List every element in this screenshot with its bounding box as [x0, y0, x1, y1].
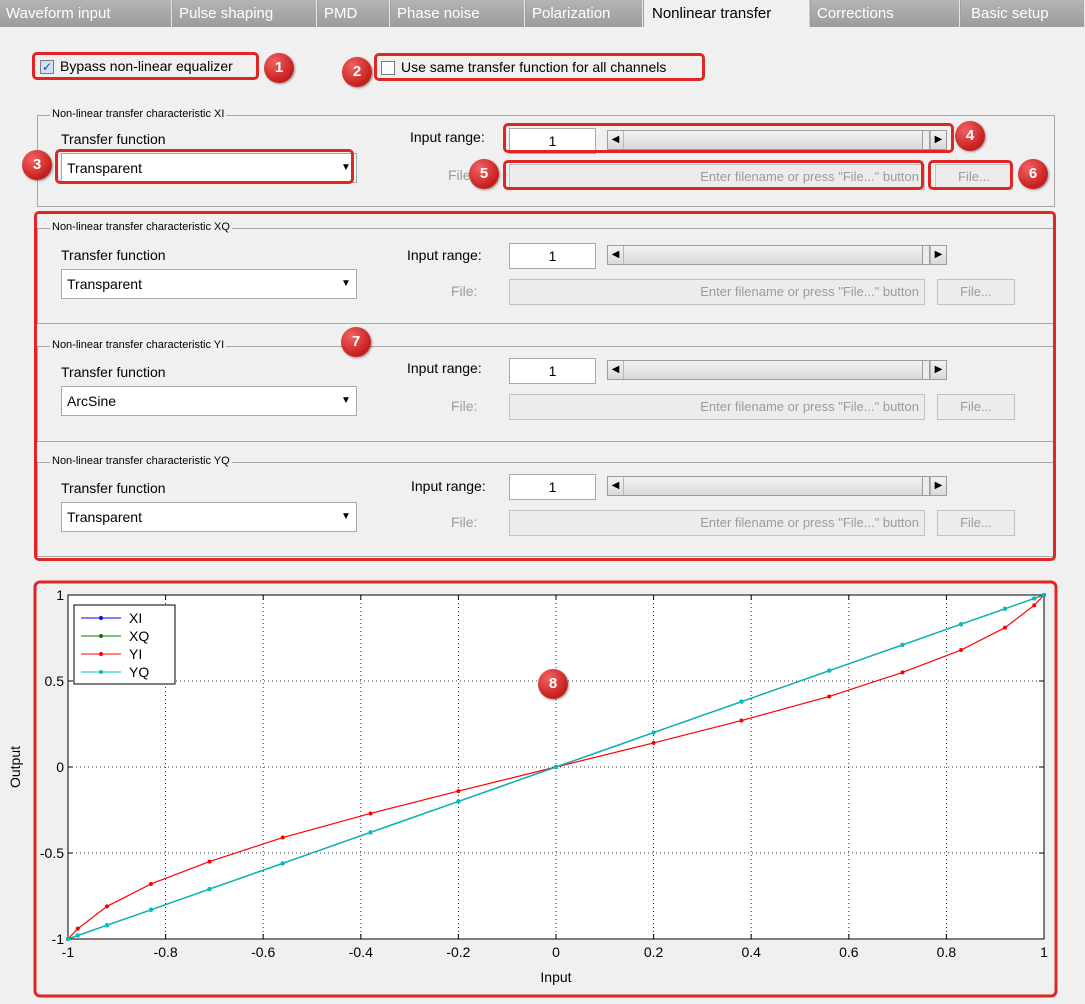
- transfer-function-label: Transfer function: [61, 131, 166, 147]
- tab-pulse-shaping[interactable]: Pulse shaping: [173, 0, 317, 27]
- data-point-yi: [1002, 625, 1007, 630]
- x-tick-label: 0.6: [839, 944, 859, 960]
- tab-waveform-input[interactable]: Waveform input: [0, 0, 172, 27]
- x-tick-label: -0.8: [154, 944, 178, 960]
- x-tick-label: -0.2: [446, 944, 470, 960]
- marker-4: 4: [955, 121, 985, 151]
- y-tick-label: -1: [52, 931, 65, 947]
- data-point-yq: [1002, 606, 1007, 611]
- data-point-yq: [959, 622, 964, 627]
- data-point-yq: [66, 937, 70, 941]
- data-point-yi: [651, 740, 656, 745]
- input-range-label: Input range:: [410, 129, 485, 145]
- marker-2: 2: [342, 57, 372, 87]
- y-tick-label: -0.5: [40, 845, 64, 861]
- highlight-1: [32, 52, 259, 80]
- data-point-yi: [75, 926, 80, 931]
- x-tick-label: 0.2: [644, 944, 664, 960]
- y-axis-label: Output: [7, 746, 23, 788]
- legend: XI XQ YI YQ: [73, 604, 176, 685]
- data-point-yq: [105, 923, 110, 928]
- tab-polarization[interactable]: Polarization: [526, 0, 643, 27]
- data-point-yi: [368, 811, 373, 816]
- legend-marker-xi: [99, 616, 103, 620]
- data-point-yq: [1042, 593, 1046, 597]
- legend-label-yi: YI: [129, 646, 142, 662]
- legend-label-yq: YQ: [129, 664, 149, 680]
- data-point-yq: [554, 765, 558, 769]
- highlight-2: [374, 53, 705, 81]
- x-tick-label: -0.4: [349, 944, 373, 960]
- marker-1: 1: [264, 53, 294, 83]
- data-point-yq: [651, 730, 656, 735]
- data-point-yq: [827, 668, 832, 673]
- marker-8: 8: [538, 669, 568, 699]
- marker-3: 3: [22, 150, 52, 180]
- data-point-yq: [75, 933, 80, 938]
- x-tick-label: 0.4: [741, 944, 761, 960]
- tab-nonlinear-transfer[interactable]: Nonlinear transfer: [644, 0, 810, 27]
- data-point-yi: [959, 648, 964, 653]
- legend-label-xq: XQ: [129, 628, 149, 644]
- highlight-5: [503, 160, 924, 190]
- data-point-yq: [148, 907, 153, 912]
- marker-6: 6: [1018, 159, 1048, 189]
- panel-title: Non-linear transfer characteristic XI: [50, 108, 227, 120]
- data-point-yq: [456, 799, 461, 804]
- data-point-yi: [207, 859, 212, 864]
- x-tick-label: 1: [1040, 944, 1048, 960]
- data-point-yq: [368, 830, 373, 835]
- legend-marker-xq: [99, 634, 103, 638]
- data-point-yi: [105, 904, 110, 909]
- highlight-7: [34, 211, 1056, 561]
- x-axis-label: Input: [540, 969, 571, 985]
- data-point-yi: [739, 718, 744, 723]
- data-point-yq: [1032, 596, 1037, 601]
- legend-marker-yq: [99, 670, 103, 674]
- y-tick-label: 1: [56, 587, 64, 603]
- data-point-yi: [148, 881, 153, 886]
- tab-basic-setup[interactable]: Basic setup: [961, 0, 1085, 27]
- tab-bar: Waveform input Pulse shaping PMD Phase n…: [0, 0, 1085, 27]
- tab-corrections[interactable]: Corrections: [811, 0, 960, 27]
- data-point-yi: [456, 789, 461, 794]
- data-point-yq: [900, 642, 905, 647]
- data-point-yi: [1032, 603, 1037, 608]
- transfer-plot: -1 -0.8 -0.6 -0.4 -0.2 0 0.2 0.4 0.6 0.8 1-1-0.500…: [7, 580, 1058, 998]
- legend-label-xi: XI: [129, 610, 142, 626]
- data-point-yq: [207, 887, 212, 892]
- x-tick-label: -0.6: [251, 944, 275, 960]
- highlight-3: [55, 149, 354, 184]
- tab-phase-noise[interactable]: Phase noise: [391, 0, 525, 27]
- legend-marker-yi: [99, 652, 103, 656]
- y-tick-label: 0.5: [45, 673, 65, 689]
- marker-7: 7: [341, 327, 371, 357]
- tab-pmd[interactable]: PMD: [318, 0, 390, 27]
- highlight-6: [928, 160, 1013, 190]
- data-point-yq: [280, 861, 285, 866]
- y-tick-label: 0: [56, 759, 64, 775]
- data-point-yi: [827, 694, 832, 699]
- x-tick-label: 0: [552, 944, 560, 960]
- highlight-4: [503, 123, 954, 153]
- data-point-yq: [739, 699, 744, 704]
- data-point-yi: [280, 835, 285, 840]
- marker-5: 5: [469, 159, 499, 189]
- data-point-yi: [900, 670, 905, 675]
- x-tick-label: 0.8: [937, 944, 957, 960]
